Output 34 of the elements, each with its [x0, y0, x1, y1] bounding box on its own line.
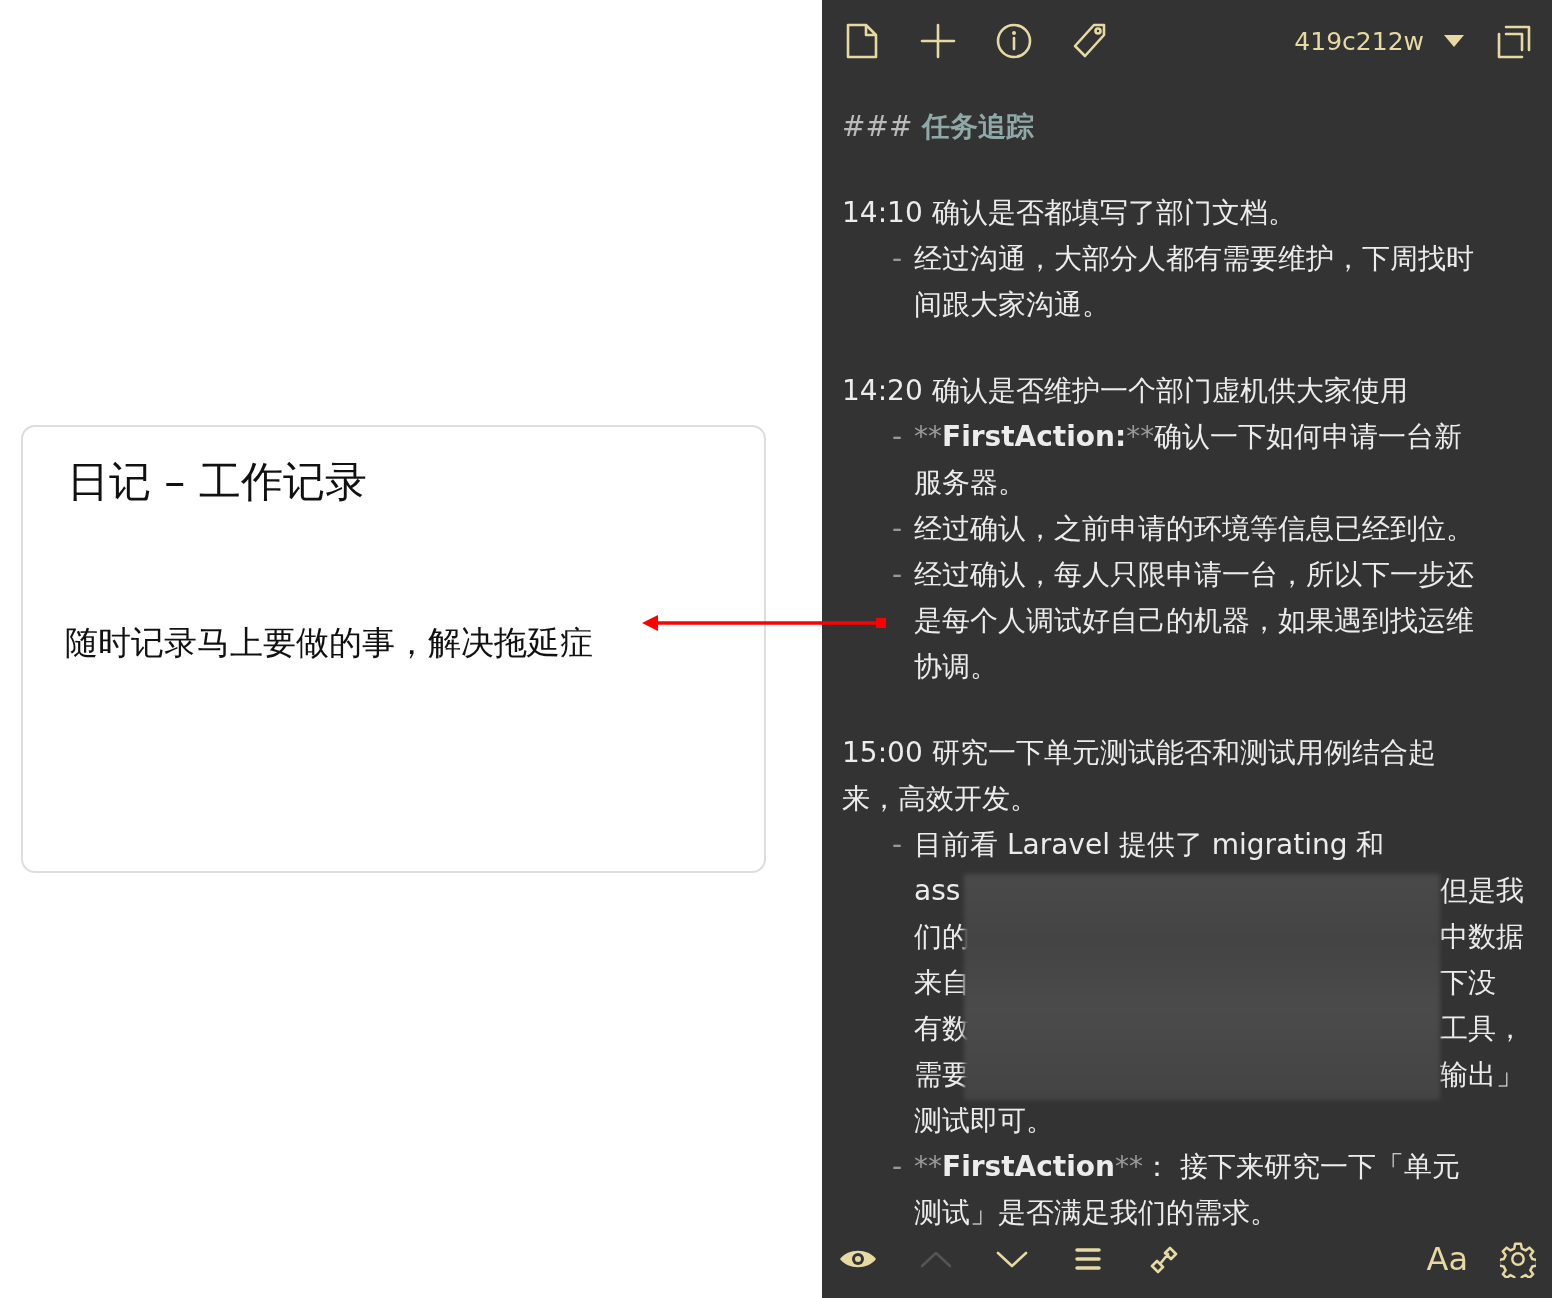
- info-icon[interactable]: [996, 22, 1032, 60]
- note-text: 但是我: [1440, 873, 1524, 909]
- note-text: 经过确认，每人只限申请一台，所以下一步还是每个人调试好自己的机器，如果遇到找运维协调。: [914, 557, 1475, 685]
- note-text: ass: [914, 873, 962, 909]
- list-dash: -: [892, 557, 904, 593]
- note-text: 下没: [1440, 965, 1497, 1001]
- font-size-button[interactable]: Aa: [1426, 1240, 1468, 1278]
- entry-title: 14:10 确认是否都填写了部门文档。: [842, 195, 1297, 231]
- card-title: 日记 – 工作记录: [67, 456, 368, 508]
- note-text: 来自: [914, 965, 964, 1001]
- note-text: 目前看 Laravel 提供了 migrating 和: [914, 827, 1386, 863]
- caret-icon: [1444, 35, 1464, 47]
- markdown-heading: ### 任务追踪: [842, 109, 1036, 145]
- note-text: **FirstAction**： 接下来研究一下「单元测试」是否满足我们的需求。: [914, 1149, 1461, 1231]
- document-icon[interactable]: [844, 22, 880, 60]
- list-dash: -: [892, 1149, 904, 1185]
- note-text: 测试即可。: [914, 1103, 1055, 1139]
- note-text: 经过沟通，大部分人都有需要维护，下周找时间跟大家沟通。: [914, 241, 1475, 323]
- tag-icon[interactable]: [1072, 22, 1108, 60]
- card-caption: 随时记录马上要做的事，解决拖延症: [65, 622, 594, 664]
- entry-title: 14:20 确认是否维护一个部门虚机供大家使用: [842, 373, 1409, 409]
- plus-icon[interactable]: [920, 22, 956, 60]
- note-text: **FirstAction:**确认一下如何申请一台新服务器。: [914, 419, 1464, 501]
- note-text: 输出」: [1440, 1057, 1524, 1093]
- list-dash: -: [892, 511, 904, 547]
- list-dash: -: [892, 241, 904, 277]
- entry-title: 15:00 研究一下单元测试能否和测试用例结合起来，高效开发。: [842, 735, 1437, 817]
- note-text: 经过确认，之前申请的环境等信息已经到位。: [914, 511, 1475, 547]
- list-dash: -: [892, 419, 904, 455]
- settings-icon[interactable]: [1500, 1240, 1536, 1278]
- note-text: 中数据: [1440, 919, 1524, 955]
- note-text: 工具，: [1440, 1011, 1524, 1047]
- branch-selector[interactable]: 419c212w: [1294, 26, 1464, 56]
- list-dash: -: [892, 827, 904, 863]
